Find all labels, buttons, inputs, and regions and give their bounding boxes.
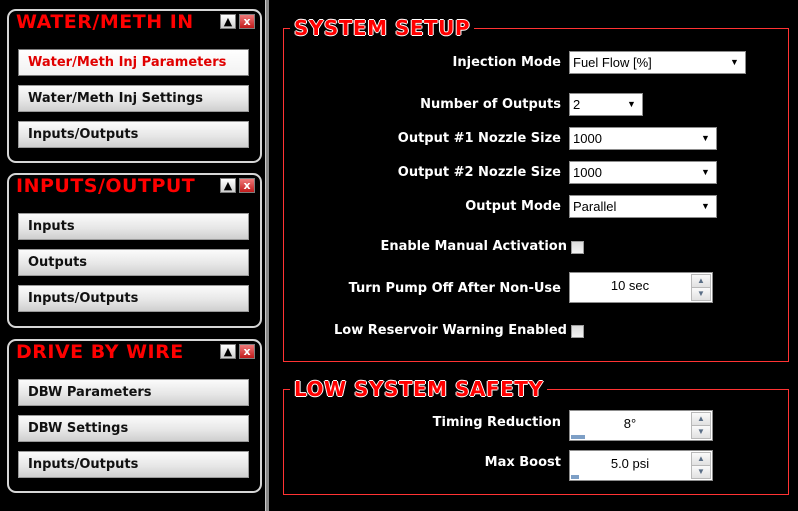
pump-off-value[interactable]: 10 sec bbox=[570, 278, 690, 293]
nav-dbw-settings[interactable]: DBW Settings bbox=[18, 415, 249, 442]
panel-inputs-output: INPUTS/OUTPUT ▲ x Inputs Outputs Inputs/… bbox=[7, 173, 262, 328]
nav-inputs-outputs[interactable]: Inputs/Outputs bbox=[18, 451, 249, 478]
number-of-outputs-label: Number of Outputs bbox=[420, 97, 561, 112]
low-reservoir-label: Low Reservoir Warning Enabled bbox=[334, 323, 567, 338]
number-of-outputs-value: 2 bbox=[573, 97, 581, 112]
nav-water-meth-inj-settings[interactable]: Water/Meth Inj Settings bbox=[18, 85, 249, 112]
max-boost-value[interactable]: 5.0 psi bbox=[570, 456, 690, 471]
max-boost-level-bar bbox=[571, 475, 579, 479]
low-system-safety-group: LOW SYSTEM SAFETY bbox=[283, 377, 789, 495]
output-mode-value: Parallel bbox=[573, 199, 617, 214]
injection-mode-select[interactable]: Fuel Flow [%] ▼ bbox=[569, 51, 746, 74]
output2-nozzle-select[interactable]: 1000 ▼ bbox=[569, 161, 717, 184]
arrow-down-icon[interactable]: ▼ bbox=[691, 287, 711, 301]
section-title: SYSTEM SETUP bbox=[290, 16, 475, 40]
chevron-down-icon[interactable]: ▼ bbox=[697, 130, 714, 147]
manual-activation-checkbox[interactable] bbox=[571, 241, 584, 254]
nav-outputs[interactable]: Outputs bbox=[18, 249, 249, 276]
arrow-down-icon[interactable]: ▼ bbox=[691, 425, 711, 439]
chevron-down-icon[interactable]: ▼ bbox=[623, 96, 640, 113]
close-icon[interactable]: x bbox=[239, 178, 255, 193]
output-mode-label: Output Mode bbox=[465, 199, 561, 214]
chevron-down-icon[interactable]: ▼ bbox=[697, 198, 714, 215]
arrow-up-icon[interactable]: ▲ bbox=[691, 412, 711, 426]
timing-reduction-value[interactable]: 8° bbox=[570, 416, 690, 431]
low-reservoir-checkbox[interactable] bbox=[571, 325, 584, 338]
output2-nozzle-label: Output #2 Nozzle Size bbox=[397, 165, 561, 180]
nav-inputs[interactable]: Inputs bbox=[18, 213, 249, 240]
arrow-down-icon[interactable]: ▼ bbox=[691, 465, 711, 479]
output1-nozzle-select[interactable]: 1000 ▼ bbox=[569, 127, 717, 150]
nav-inputs-outputs[interactable]: Inputs/Outputs bbox=[18, 121, 249, 148]
panel-title: INPUTS/OUTPUT bbox=[16, 175, 196, 197]
number-of-outputs-select[interactable]: 2 ▼ bbox=[569, 93, 643, 116]
timing-reduction-label: Timing Reduction bbox=[432, 415, 561, 430]
nav-water-meth-inj-parameters[interactable]: Water/Meth Inj Parameters bbox=[18, 49, 249, 76]
injection-mode-value: Fuel Flow [%] bbox=[573, 55, 652, 70]
output1-nozzle-label: Output #1 Nozzle Size bbox=[397, 131, 561, 146]
timing-reduction-spinner[interactable]: 8° ▲ ▼ bbox=[569, 410, 713, 441]
pump-off-label: Turn Pump Off After Non-Use bbox=[348, 281, 561, 296]
close-icon[interactable]: x bbox=[239, 14, 255, 29]
chevron-down-icon[interactable]: ▼ bbox=[726, 54, 743, 71]
output2-nozzle-value: 1000 bbox=[573, 165, 602, 180]
output-mode-select[interactable]: Parallel ▼ bbox=[569, 195, 717, 218]
sidebar: WATER/METH IN ▲ x Water/Meth Inj Paramet… bbox=[0, 0, 270, 511]
pump-off-spinner[interactable]: 10 sec ▲ ▼ bbox=[569, 272, 713, 303]
manual-activation-label: Enable Manual Activation bbox=[380, 239, 567, 254]
nav-dbw-parameters[interactable]: DBW Parameters bbox=[18, 379, 249, 406]
close-icon[interactable]: x bbox=[239, 344, 255, 359]
max-boost-label: Max Boost bbox=[484, 455, 561, 470]
timing-reduction-level-bar bbox=[571, 435, 585, 439]
minimize-icon[interactable]: ▲ bbox=[220, 344, 236, 359]
section-title: LOW SYSTEM SAFETY bbox=[290, 377, 548, 401]
panel-water-meth: WATER/METH IN ▲ x Water/Meth Inj Paramet… bbox=[7, 9, 262, 163]
output1-nozzle-value: 1000 bbox=[573, 131, 602, 146]
panel-title: DRIVE BY WIRE bbox=[16, 341, 184, 363]
injection-mode-label: Injection Mode bbox=[452, 55, 561, 70]
minimize-icon[interactable]: ▲ bbox=[220, 14, 236, 29]
arrow-up-icon[interactable]: ▲ bbox=[691, 274, 711, 288]
max-boost-spinner[interactable]: 5.0 psi ▲ ▼ bbox=[569, 450, 713, 481]
panel-title: WATER/METH IN bbox=[16, 11, 194, 33]
sidebar-divider[interactable] bbox=[265, 0, 269, 511]
nav-inputs-outputs[interactable]: Inputs/Outputs bbox=[18, 285, 249, 312]
minimize-icon[interactable]: ▲ bbox=[220, 178, 236, 193]
panel-drive-by-wire: DRIVE BY WIRE ▲ x DBW Parameters DBW Set… bbox=[7, 339, 262, 493]
arrow-up-icon[interactable]: ▲ bbox=[691, 452, 711, 466]
chevron-down-icon[interactable]: ▼ bbox=[697, 164, 714, 181]
